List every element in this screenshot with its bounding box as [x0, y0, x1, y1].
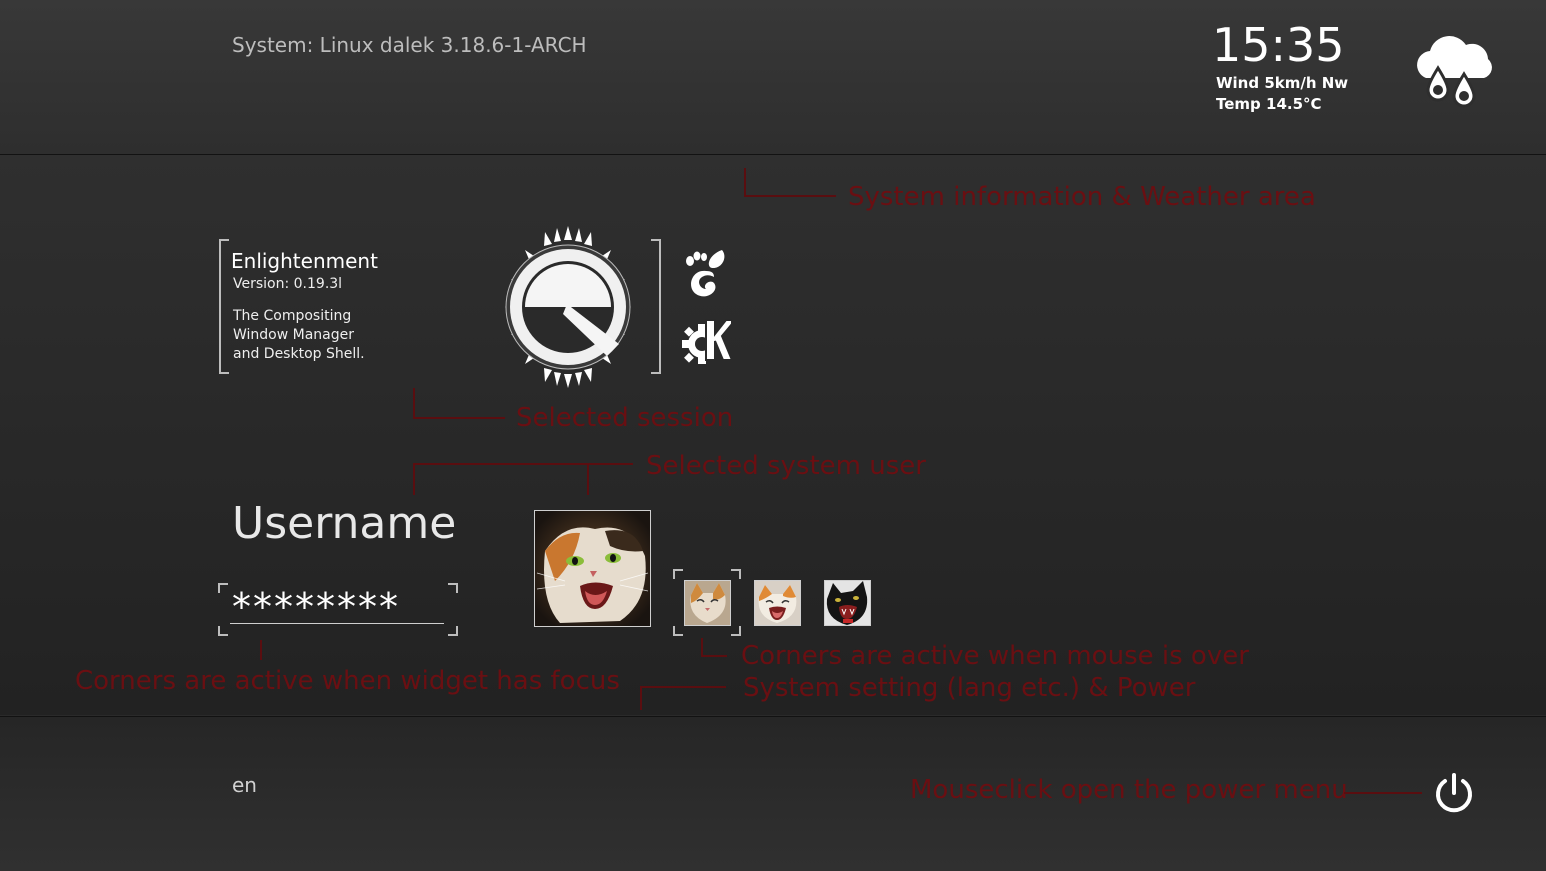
power-icon[interactable] — [1432, 771, 1476, 819]
annotation-line — [701, 655, 727, 657]
annotation-focus: Corners are active when widget has focus — [75, 666, 620, 696]
gnome-icon[interactable] — [684, 247, 730, 303]
enlightenment-logo-icon[interactable] — [503, 224, 633, 394]
session-version: Version: 0.19.3l — [233, 276, 343, 292]
language-selector[interactable]: en — [232, 773, 257, 797]
annotation-line — [413, 388, 415, 418]
annotation-line — [413, 463, 633, 465]
selected-user-avatar[interactable] — [534, 510, 651, 627]
annotation-mouse: Corners are active when mouse is over — [741, 641, 1249, 671]
password-field[interactable]: ******** — [218, 583, 458, 636]
annotation-session: Selected session — [516, 403, 734, 433]
annotation-line — [640, 686, 726, 688]
password-underline — [230, 623, 444, 624]
annotation-power: Mouseclick open the power menu — [910, 775, 1348, 805]
annotation-settings: System setting (lang etc.) & Power — [743, 673, 1196, 703]
user-avatar-1[interactable] — [684, 580, 731, 626]
annotation-line — [260, 640, 262, 660]
session-desc-line2: Window Manager — [233, 327, 355, 343]
annotation-line — [587, 463, 589, 495]
hover-corner — [731, 569, 741, 579]
session-info-bracket — [219, 239, 229, 374]
username-label: Username — [232, 498, 457, 549]
annotation-line — [1344, 792, 1422, 794]
session-name: Enlightenment — [231, 249, 378, 273]
session-selector-bracket — [651, 239, 661, 374]
kde-icon[interactable] — [682, 316, 734, 372]
focus-corner — [448, 583, 458, 593]
wind-info: Wind 5km/h Nw — [1216, 74, 1349, 92]
system-info: System: Linux dalek 3.18.6-1-ARCH — [232, 33, 587, 57]
annotation-line — [701, 638, 703, 656]
focus-corner — [218, 583, 228, 593]
user-avatar-3[interactable] — [824, 580, 871, 626]
user-avatar-2[interactable] — [754, 580, 801, 626]
annotation-line — [744, 168, 746, 196]
annotation-line — [744, 195, 836, 197]
annotation-sysweather: System information & Weather area — [848, 182, 1316, 212]
session-desc-line1: The Compositing — [233, 308, 352, 324]
temp-info: Temp 14.5°C — [1216, 95, 1322, 113]
clock: 15:35 — [1212, 18, 1345, 72]
rain-cloud-icon — [1408, 28, 1498, 116]
focus-corner — [218, 626, 228, 636]
annotation-line — [413, 417, 505, 419]
annotation-user: Selected system user — [646, 451, 926, 481]
focus-corner — [448, 626, 458, 636]
annotation-line — [413, 463, 415, 495]
hover-corner — [673, 569, 683, 579]
session-desc-line3: and Desktop Shell. — [233, 346, 365, 362]
hover-corner — [673, 626, 683, 636]
hover-corner — [731, 626, 741, 636]
annotation-line — [640, 686, 642, 710]
